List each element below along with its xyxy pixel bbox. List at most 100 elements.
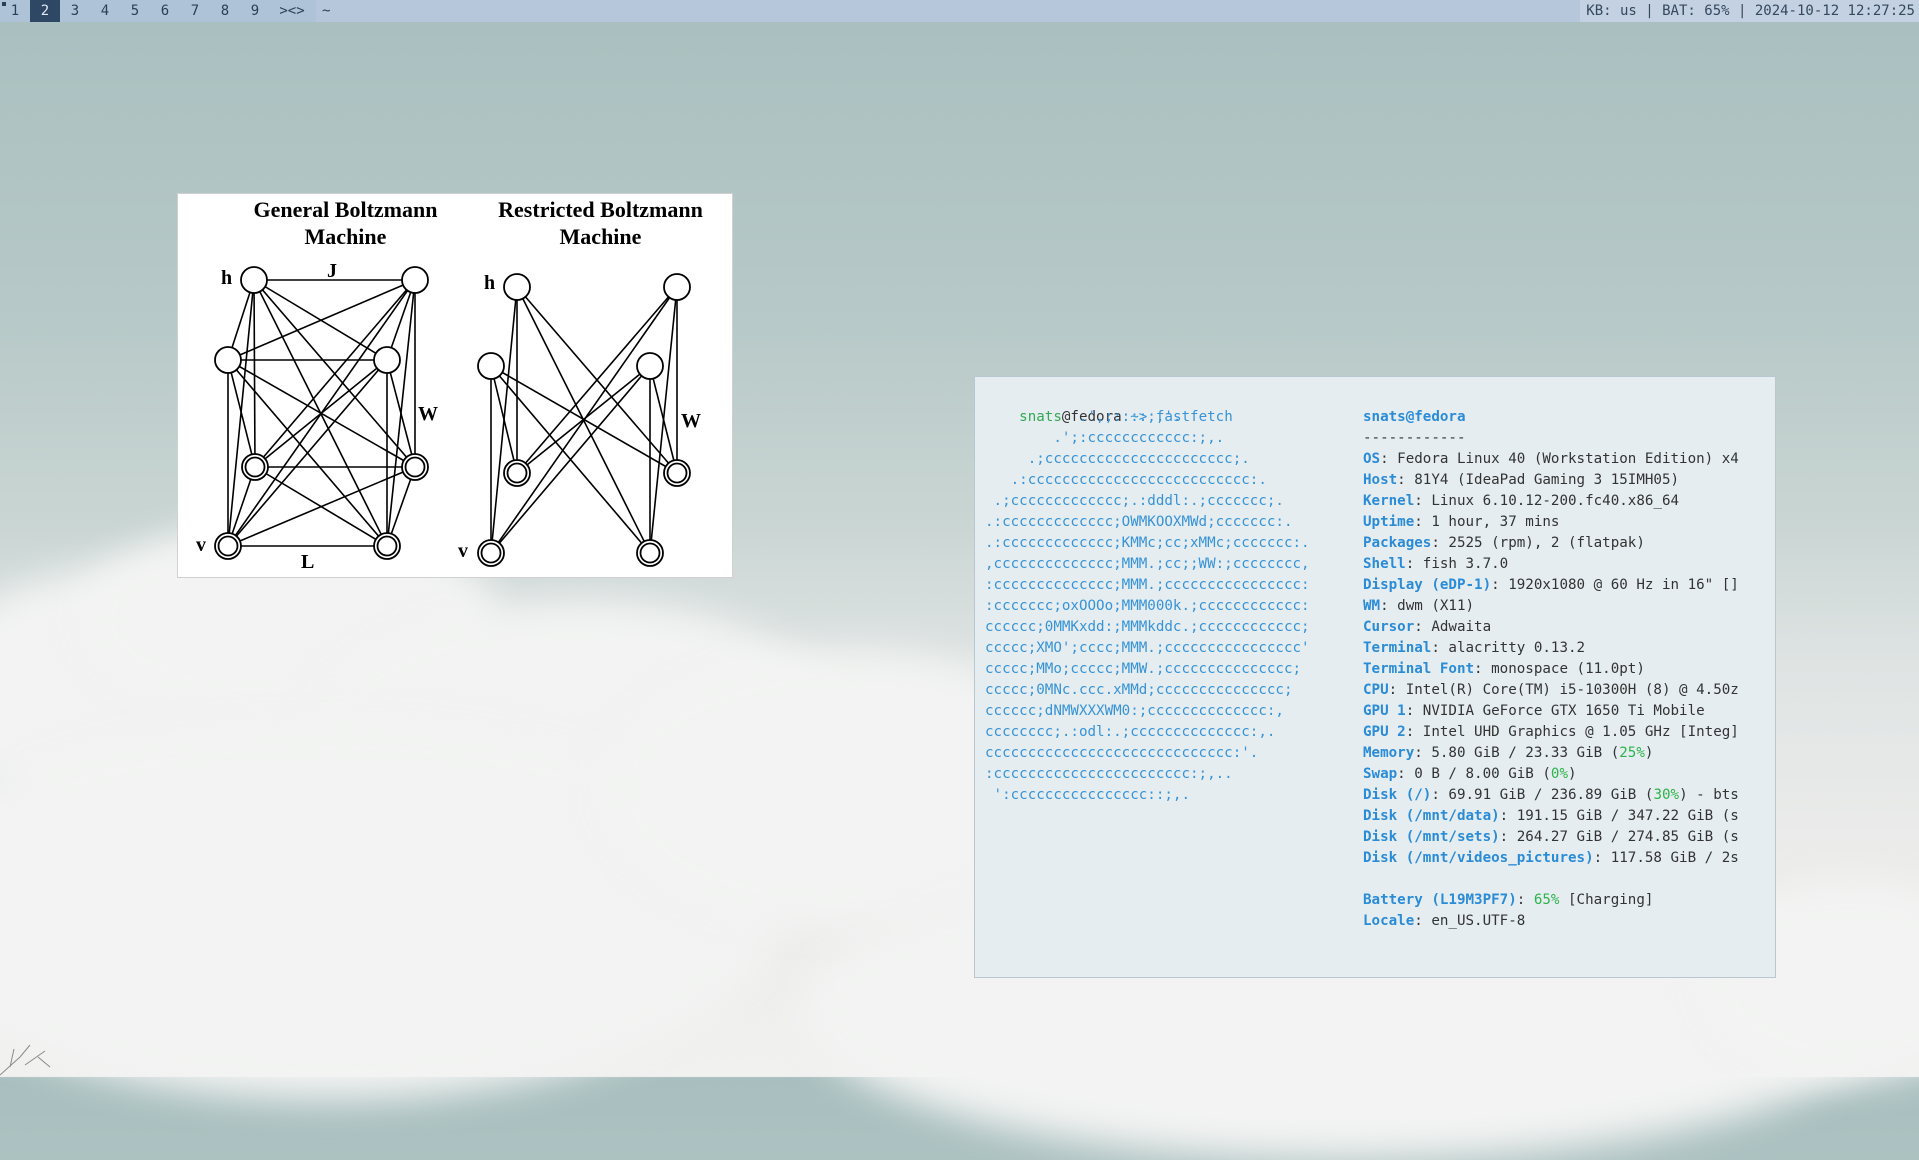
info-row: CPU: Intel(R) Core(TM) i5-10300H (8) @ 4… bbox=[1363, 680, 1739, 701]
label-v-right: v bbox=[458, 540, 468, 562]
visible-node bbox=[373, 532, 401, 560]
info-key: Terminal bbox=[1363, 640, 1432, 656]
workspace-4[interactable]: 4 bbox=[90, 0, 120, 22]
workspace-8[interactable]: 8 bbox=[210, 0, 240, 22]
info-row: Terminal Font: monospace (11.0pt) bbox=[1363, 659, 1645, 680]
visible-node bbox=[663, 459, 691, 487]
logo-line: .:ccccccccccccc;OWMKOOXMWd;ccccccc:. bbox=[985, 514, 1293, 530]
workspace-1[interactable]: 1 bbox=[0, 0, 30, 22]
workspace-label: 7 bbox=[190, 3, 200, 19]
info-row: GPU 2: Intel UHD Graphics @ 1.05 GHz [In… bbox=[1363, 722, 1739, 743]
info-row: WM: dwm (X11) bbox=[1363, 596, 1474, 617]
label-w-right: W bbox=[681, 410, 701, 432]
workspace-label: 1 bbox=[10, 3, 20, 19]
info-row: GPU 1: NVIDIA GeForce GTX 1650 Ti Mobile bbox=[1363, 701, 1705, 722]
logo-line: cccccccc;.:odl:.;cccccccccccccc:,. bbox=[985, 724, 1276, 740]
info-value: : Intel(R) Core(TM) i5-10300H (8) @ 4.50… bbox=[1388, 682, 1739, 698]
workspace-label: 2 bbox=[40, 3, 50, 19]
logo-line: :cccccccccccccc;MMM.;cccccccccccccccc: bbox=[985, 577, 1310, 593]
boltzmann-graph: h J W v L h W v bbox=[196, 260, 701, 573]
top-bar: 123456789 ><> ~ KB: us | BAT: 65% | 2024… bbox=[0, 0, 1919, 22]
workspace-3[interactable]: 3 bbox=[60, 0, 90, 22]
workspace-label: 4 bbox=[100, 3, 110, 19]
info-percent: 65% bbox=[1533, 892, 1560, 908]
visible-node bbox=[477, 539, 505, 567]
info-row: Kernel: Linux 6.10.12-200.fc40.x86_64 bbox=[1363, 491, 1679, 512]
workspace-5[interactable]: 5 bbox=[120, 0, 150, 22]
info-key: Disk (/mnt/data) bbox=[1363, 808, 1500, 824]
info-row: Battery (L19M3PF7): 65% [Charging] bbox=[1363, 890, 1653, 911]
logo-line: .;ccccccccccccc;.:dddl:.;ccccccc;. bbox=[985, 493, 1284, 509]
info-value: : fish 3.7.0 bbox=[1405, 556, 1509, 572]
workspace-7[interactable]: 7 bbox=[180, 0, 210, 22]
label-v-left: v bbox=[196, 534, 206, 556]
info-row: Disk (/mnt/videos_pictures): 117.58 GiB … bbox=[1363, 848, 1739, 869]
hidden-node bbox=[240, 266, 268, 294]
workspace-9[interactable]: 9 bbox=[240, 0, 270, 22]
logo-line: .',;::::;,'. bbox=[985, 409, 1182, 425]
info-row: Packages: 2525 (rpm), 2 (flatpak) bbox=[1363, 533, 1645, 554]
terminal-window[interactable]: snats@fedora ~> fastfetch .',;::::;,'. .… bbox=[974, 376, 1776, 978]
hidden-node bbox=[663, 273, 691, 301]
label-h-left: h bbox=[221, 267, 232, 289]
info-user-title: snats@fedora bbox=[1363, 409, 1466, 425]
info-value: : Adwaita bbox=[1414, 619, 1492, 635]
info-value: : 1920x1080 @ 60 Hz in 16" [] bbox=[1491, 577, 1739, 593]
hidden-node bbox=[503, 273, 531, 301]
info-key: Disk (/mnt/videos_pictures) bbox=[1363, 850, 1594, 866]
info-row: Host: 81Y4 (IdeaPad Gaming 3 15IMH05) bbox=[1363, 470, 1679, 491]
info-value: : 0 B / 8.00 GiB ( bbox=[1397, 766, 1551, 782]
hidden-node bbox=[401, 266, 429, 294]
info-value: : monospace (11.0pt) bbox=[1474, 661, 1645, 677]
info-row: Cursor: Adwaita bbox=[1363, 617, 1491, 638]
info-tail: ) bbox=[1568, 766, 1577, 782]
info-value: : 117.58 GiB / 2s bbox=[1593, 850, 1739, 866]
logo-line: .:cccccccccccccccccccccccccc:. bbox=[985, 472, 1267, 488]
info-value: : Intel UHD Graphics @ 1.05 GHz [Integ] bbox=[1405, 724, 1739, 740]
info-value: : 81Y4 (IdeaPad Gaming 3 15IMH05) bbox=[1397, 472, 1680, 488]
info-key: Battery (L19M3PF7) bbox=[1363, 892, 1517, 908]
info-row: Memory: 5.80 GiB / 23.33 GiB (25%) bbox=[1363, 743, 1653, 764]
info-tail: ) bbox=[1644, 745, 1654, 761]
info-value: : en_US.UTF-8 bbox=[1414, 913, 1526, 929]
info-key: Kernel bbox=[1363, 493, 1415, 509]
layout-indicator[interactable]: ><> bbox=[270, 0, 314, 22]
label-l: L bbox=[301, 551, 314, 573]
info-key: GPU 1 bbox=[1363, 703, 1406, 719]
info-key: Cursor bbox=[1363, 619, 1415, 635]
info-key: GPU 2 bbox=[1363, 724, 1406, 740]
twig-decoration bbox=[0, 1044, 51, 1076]
info-key: CPU bbox=[1363, 682, 1389, 698]
logo-line: :ccccccccccccccccccccccc:;,.. bbox=[985, 766, 1233, 782]
info-value: : 191.15 GiB / 347.22 GiB (s bbox=[1499, 808, 1739, 824]
info-value: : 2525 (rpm), 2 (flatpak) bbox=[1431, 535, 1645, 551]
info-key: Disk (/mnt/sets) bbox=[1363, 829, 1500, 845]
info-key: WM bbox=[1363, 598, 1381, 614]
logo-line: .:ccccccccccccc;KMMc;cc;xMMc;ccccccc:. bbox=[985, 535, 1310, 551]
hidden-node bbox=[373, 346, 401, 374]
label-w-left: W bbox=[418, 403, 438, 425]
info-value: : 5.80 GiB / 23.33 GiB ( bbox=[1414, 745, 1620, 761]
info-tail: [Charging] bbox=[1559, 892, 1654, 908]
label-h-right: h bbox=[484, 272, 495, 294]
info-value: : 264.27 GiB / 274.85 GiB (s bbox=[1499, 829, 1739, 845]
info-key: Swap bbox=[1363, 766, 1398, 782]
workspace-6[interactable]: 6 bbox=[150, 0, 180, 22]
logo-line: ccccc;MMo;ccccc;MMW.;ccccccccccccccc; bbox=[985, 661, 1302, 677]
info-row: OS: Fedora Linux 40 (Workstation Edition… bbox=[1363, 449, 1739, 470]
logo-line: ':cccccccccccccccc::;,. bbox=[985, 787, 1190, 803]
info-value: : Linux 6.10.12-200.fc40.x86_64 bbox=[1414, 493, 1680, 509]
occupied-indicator bbox=[2, 2, 6, 6]
workspace-2[interactable]: 2 bbox=[30, 0, 60, 22]
info-value: : alacritty 0.13.2 bbox=[1431, 640, 1586, 656]
info-value: : 1 hour, 37 mins bbox=[1414, 514, 1560, 530]
info-value: : NVIDIA GeForce GTX 1650 Ti Mobile bbox=[1405, 703, 1705, 719]
visible-node bbox=[636, 539, 664, 567]
graph-edge bbox=[254, 359, 388, 468]
logo-line: ccccccccccccccccccccccccccccc:'. bbox=[985, 745, 1259, 761]
hidden-node bbox=[214, 346, 242, 374]
info-key: Host bbox=[1363, 472, 1398, 488]
info-value: : 69.91 GiB / 236.89 GiB ( bbox=[1431, 787, 1654, 803]
info-key: Locale bbox=[1363, 913, 1415, 929]
visible-node bbox=[241, 453, 269, 481]
